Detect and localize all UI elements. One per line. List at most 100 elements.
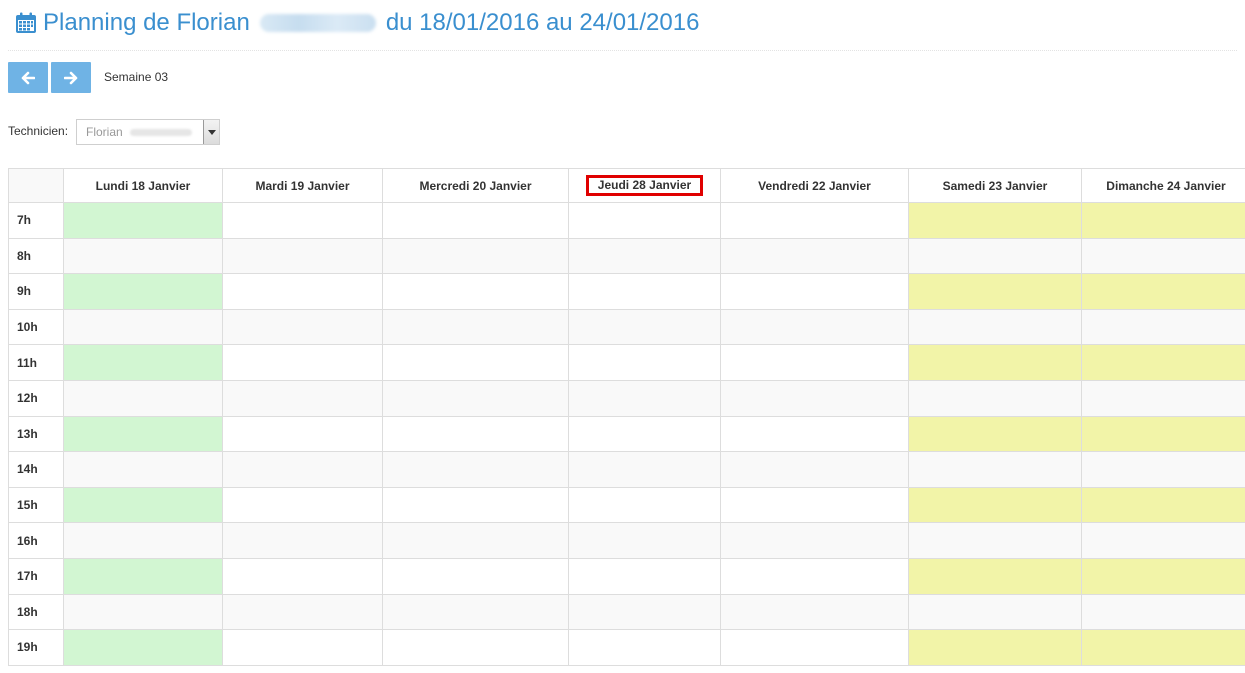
time-slot[interactable] xyxy=(908,415,1082,453)
time-slot[interactable] xyxy=(720,273,909,310)
time-slot[interactable] xyxy=(1081,202,1245,239)
time-slot[interactable] xyxy=(720,629,909,666)
time-slot[interactable] xyxy=(720,308,909,346)
time-slot[interactable] xyxy=(63,629,223,666)
time-slot[interactable] xyxy=(382,237,569,275)
time-slot[interactable] xyxy=(568,629,721,666)
time-slot[interactable] xyxy=(568,273,721,310)
technician-select[interactable]: Florian xyxy=(76,119,220,145)
time-slot[interactable] xyxy=(382,379,569,417)
redacted-surname xyxy=(259,14,376,32)
time-slot[interactable] xyxy=(63,593,223,631)
time-slot[interactable] xyxy=(720,379,909,417)
highlighted-day-label: Jeudi 28 Janvier xyxy=(585,175,704,196)
time-slot[interactable] xyxy=(63,379,223,417)
time-slot[interactable] xyxy=(382,629,569,666)
time-slot[interactable] xyxy=(222,237,383,275)
time-slot[interactable] xyxy=(1081,237,1245,275)
time-slot[interactable] xyxy=(1081,451,1245,488)
time-slot[interactable] xyxy=(63,308,223,346)
time-slot[interactable] xyxy=(63,415,223,453)
time-slot[interactable] xyxy=(222,629,383,666)
time-slot[interactable] xyxy=(1081,273,1245,310)
time-slot[interactable] xyxy=(908,308,1082,346)
time-slot[interactable] xyxy=(222,593,383,631)
time-slot[interactable] xyxy=(222,415,383,453)
time-slot[interactable] xyxy=(222,344,383,381)
time-slot[interactable] xyxy=(720,344,909,381)
time-slot[interactable] xyxy=(720,451,909,488)
hour-label: 10h xyxy=(8,308,64,346)
time-slot[interactable] xyxy=(568,237,721,275)
time-slot[interactable] xyxy=(568,415,721,453)
time-slot[interactable] xyxy=(1081,557,1245,595)
time-slot[interactable] xyxy=(1081,522,1245,559)
time-slot[interactable] xyxy=(222,557,383,595)
time-slot[interactable] xyxy=(1081,344,1245,381)
time-slot[interactable] xyxy=(382,593,569,631)
time-slot[interactable] xyxy=(908,273,1082,310)
time-slot[interactable] xyxy=(908,237,1082,275)
previous-week-button[interactable] xyxy=(8,62,48,93)
time-slot[interactable] xyxy=(382,522,569,559)
time-slot[interactable] xyxy=(1081,308,1245,346)
time-slot[interactable] xyxy=(720,486,909,524)
time-slot[interactable] xyxy=(568,557,721,595)
time-slot[interactable] xyxy=(908,557,1082,595)
time-slot[interactable] xyxy=(908,486,1082,524)
hour-label: 8h xyxy=(8,237,64,275)
time-slot[interactable] xyxy=(1081,379,1245,417)
time-slot[interactable] xyxy=(63,557,223,595)
time-slot[interactable] xyxy=(908,522,1082,559)
time-slot[interactable] xyxy=(222,202,383,239)
time-slot[interactable] xyxy=(720,202,909,239)
time-slot[interactable] xyxy=(568,202,721,239)
time-slot[interactable] xyxy=(908,593,1082,631)
time-slot[interactable] xyxy=(908,379,1082,417)
time-slot[interactable] xyxy=(222,379,383,417)
chevron-down-icon[interactable] xyxy=(203,120,219,144)
time-slot[interactable] xyxy=(382,557,569,595)
time-slot[interactable] xyxy=(222,451,383,488)
time-slot[interactable] xyxy=(222,522,383,559)
time-slot[interactable] xyxy=(568,379,721,417)
time-slot[interactable] xyxy=(908,344,1082,381)
time-slot[interactable] xyxy=(1081,593,1245,631)
time-slot[interactable] xyxy=(382,308,569,346)
time-slot[interactable] xyxy=(908,629,1082,666)
time-slot[interactable] xyxy=(63,344,223,381)
time-slot[interactable] xyxy=(908,202,1082,239)
next-week-button[interactable] xyxy=(51,62,91,93)
time-slot[interactable] xyxy=(63,273,223,310)
time-slot[interactable] xyxy=(63,451,223,488)
time-slot[interactable] xyxy=(63,486,223,524)
time-slot[interactable] xyxy=(382,486,569,524)
time-slot[interactable] xyxy=(720,415,909,453)
time-slot[interactable] xyxy=(382,344,569,381)
time-slot[interactable] xyxy=(720,557,909,595)
time-slot[interactable] xyxy=(568,486,721,524)
time-slot[interactable] xyxy=(382,415,569,453)
time-slot[interactable] xyxy=(1081,486,1245,524)
time-slot[interactable] xyxy=(720,522,909,559)
time-slot[interactable] xyxy=(1081,415,1245,453)
time-slot[interactable] xyxy=(720,593,909,631)
time-slot[interactable] xyxy=(720,237,909,275)
time-slot[interactable] xyxy=(568,451,721,488)
time-slot[interactable] xyxy=(63,237,223,275)
time-slot[interactable] xyxy=(382,451,569,488)
time-slot[interactable] xyxy=(63,202,223,239)
time-slot[interactable] xyxy=(568,522,721,559)
time-slot[interactable] xyxy=(222,308,383,346)
time-slot[interactable] xyxy=(568,308,721,346)
hour-row: 8h xyxy=(8,237,1245,275)
time-slot[interactable] xyxy=(568,593,721,631)
time-slot[interactable] xyxy=(63,522,223,559)
time-slot[interactable] xyxy=(222,486,383,524)
time-slot[interactable] xyxy=(1081,629,1245,666)
time-slot[interactable] xyxy=(568,344,721,381)
time-slot[interactable] xyxy=(382,202,569,239)
time-slot[interactable] xyxy=(382,273,569,310)
time-slot[interactable] xyxy=(908,451,1082,488)
time-slot[interactable] xyxy=(222,273,383,310)
